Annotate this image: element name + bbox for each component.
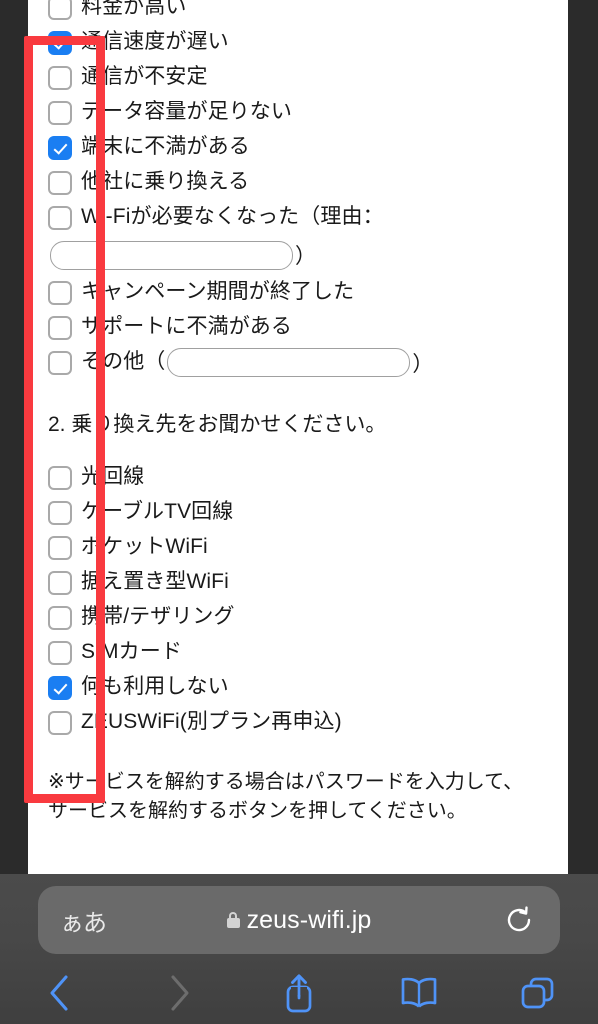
checkbox-ryokin-ga-takai[interactable] — [48, 0, 72, 20]
checkbox-row[interactable]: 何も利用しない — [48, 670, 568, 705]
checkbox-row[interactable]: 据え置き型WiFi — [48, 565, 568, 600]
other-reason-input[interactable] — [167, 348, 411, 377]
checkbox-label: 光回線 — [81, 465, 145, 489]
checkbox-label: 据え置き型WiFi — [81, 570, 229, 594]
checkbox-row-wifi-reason[interactable]: Wi-Fiが必要なくなった（理由： — [48, 200, 568, 235]
share-button[interactable] — [239, 962, 359, 1024]
checkbox-row[interactable]: ポケットWiFi — [48, 530, 568, 565]
webpage-viewport: 料金が高い 通信速度が遅い 通信が不安定 データ容量が足りない 端末に不満がある — [28, 0, 568, 874]
question2-title: 2. 乗り換え先をお聞かせください。 — [48, 413, 387, 436]
checkbox-label: キャンペーン期間が終了した — [81, 280, 355, 304]
checkbox-row[interactable]: 端末に不満がある — [48, 130, 568, 165]
checkbox-nanimo-riyou-shinai[interactable] — [48, 675, 72, 700]
wifi-reason-input[interactable] — [50, 240, 293, 270]
wifi-reason-input-line: ） — [48, 235, 568, 275]
checkbox-row[interactable]: ケーブルTV回線 — [48, 495, 568, 530]
bookmarks-button[interactable] — [359, 962, 479, 1024]
back-button[interactable] — [0, 962, 120, 1024]
forward-chevron-icon — [166, 973, 192, 1013]
checkbox-label: ZEUSWiFi(別プラン再申込) — [81, 710, 342, 734]
checkbox-label: その他（ — [81, 350, 166, 374]
checkbox-cable-tv-kaisen[interactable] — [48, 500, 72, 525]
checkbox-row[interactable]: 光回線 — [48, 460, 568, 495]
checkbox-pocket-wifi[interactable] — [48, 535, 72, 560]
address-bar-container[interactable]: ぁあ zeus-wifi.jp — [38, 886, 560, 954]
checkbox-sueoki-gata-wifi[interactable] — [48, 570, 72, 595]
checkbox-campaign-shuryo[interactable] — [48, 280, 72, 305]
checkbox-label: 携帯/テザリング — [81, 605, 235, 629]
question2-option-list: 光回線 ケーブルTV回線 ポケットWiFi 据え置き型WiFi 携帯/テザリング — [48, 460, 568, 740]
text-size-button[interactable]: ぁあ — [60, 903, 107, 938]
checkbox-label: Wi-Fiが必要なくなった（理由： — [81, 205, 384, 229]
checkbox-row[interactable]: キャンペーン期間が終了した — [48, 275, 568, 310]
checkbox-row[interactable]: データ容量が足りない — [48, 95, 568, 130]
checkbox-label: 通信速度が遅い — [81, 30, 229, 54]
checkbox-row[interactable]: 料金が高い — [48, 0, 568, 25]
checkbox-row[interactable]: SIMカード — [48, 635, 568, 670]
footer-note-line2: サービスを解約するボタンを押してください。 — [48, 800, 467, 822]
back-chevron-icon — [47, 973, 73, 1013]
checkbox-hikari-kaisen[interactable] — [48, 465, 72, 490]
checkbox-label: サポートに不満がある — [81, 315, 292, 339]
browser-toolbar — [0, 962, 598, 1024]
phone-screenshot: 料金が高い 通信速度が遅い 通信が不安定 データ容量が足りない 端末に不満がある — [0, 0, 598, 1024]
checkbox-row[interactable]: 携帯/テザリング — [48, 600, 568, 635]
checkbox-label: 他社に乗り換える — [81, 170, 250, 194]
close-paren: ） — [295, 245, 316, 268]
lock-icon — [226, 911, 240, 928]
checkbox-data-yoryo-ga-tarinai[interactable] — [48, 100, 72, 125]
checkbox-row[interactable]: 他社に乗り換える — [48, 165, 568, 200]
close-paren: ） — [412, 352, 434, 376]
checkbox-row[interactable]: 通信速度が遅い — [48, 25, 568, 60]
checkbox-row[interactable]: 通信が不安定 — [48, 60, 568, 95]
forward-button — [120, 962, 240, 1024]
checkbox-label: 端末に不満がある — [81, 135, 250, 159]
checkbox-tsushin-ga-fuantei[interactable] — [48, 65, 72, 90]
checkbox-label: SIMカード — [81, 640, 182, 664]
checkbox-zeuswifi-betsu-plan[interactable] — [48, 710, 72, 735]
footer-note: ※サービスを解約する場合はパスワードを入力して、 サービスを解約するボタンを押し… — [48, 768, 568, 824]
checkbox-tanmatsu-ni-fuman[interactable] — [48, 135, 72, 160]
book-icon — [399, 976, 439, 1010]
tabs-icon — [519, 974, 557, 1012]
checkbox-tasha-ni-norikaeru[interactable] — [48, 170, 72, 195]
checkbox-support-ni-fuman[interactable] — [48, 315, 72, 340]
footer-note-line1: ※サービスを解約する場合はパスワードを入力して、 — [48, 771, 524, 793]
tabs-button[interactable] — [478, 962, 598, 1024]
checkbox-row[interactable]: サポートに不満がある — [48, 310, 568, 345]
checkbox-label: ポケットWiFi — [81, 535, 208, 559]
checkbox-keitai-tethering[interactable] — [48, 605, 72, 630]
url-display[interactable]: zeus-wifi.jp — [38, 906, 560, 935]
checkbox-label: ケーブルTV回線 — [81, 500, 234, 524]
checkbox-row[interactable]: ZEUSWiFi(別プラン再申込) — [48, 705, 568, 740]
checkbox-sim-card[interactable] — [48, 640, 72, 665]
browser-chrome: ぁあ zeus-wifi.jp — [0, 874, 598, 1024]
checkbox-label: 通信が不安定 — [81, 65, 208, 89]
checkbox-sonota[interactable] — [48, 350, 72, 375]
checkbox-wifi-fuyou[interactable] — [48, 205, 72, 230]
checkbox-tsushin-sokudo-ga-osoi[interactable] — [48, 30, 72, 55]
share-icon — [282, 972, 316, 1014]
checkbox-label: 料金が高い — [81, 0, 187, 19]
url-text: zeus-wifi.jp — [246, 905, 372, 934]
reload-button[interactable] — [504, 905, 534, 935]
question1-option-list: 料金が高い 通信速度が遅い 通信が不安定 データ容量が足りない 端末に不満がある — [48, 0, 568, 380]
checkbox-row-other[interactable]: その他（ ） — [48, 345, 568, 380]
checkbox-label: 何も利用しない — [81, 675, 229, 699]
checkbox-label: データ容量が足りない — [81, 100, 292, 124]
address-bar[interactable]: ぁあ zeus-wifi.jp — [38, 886, 560, 954]
